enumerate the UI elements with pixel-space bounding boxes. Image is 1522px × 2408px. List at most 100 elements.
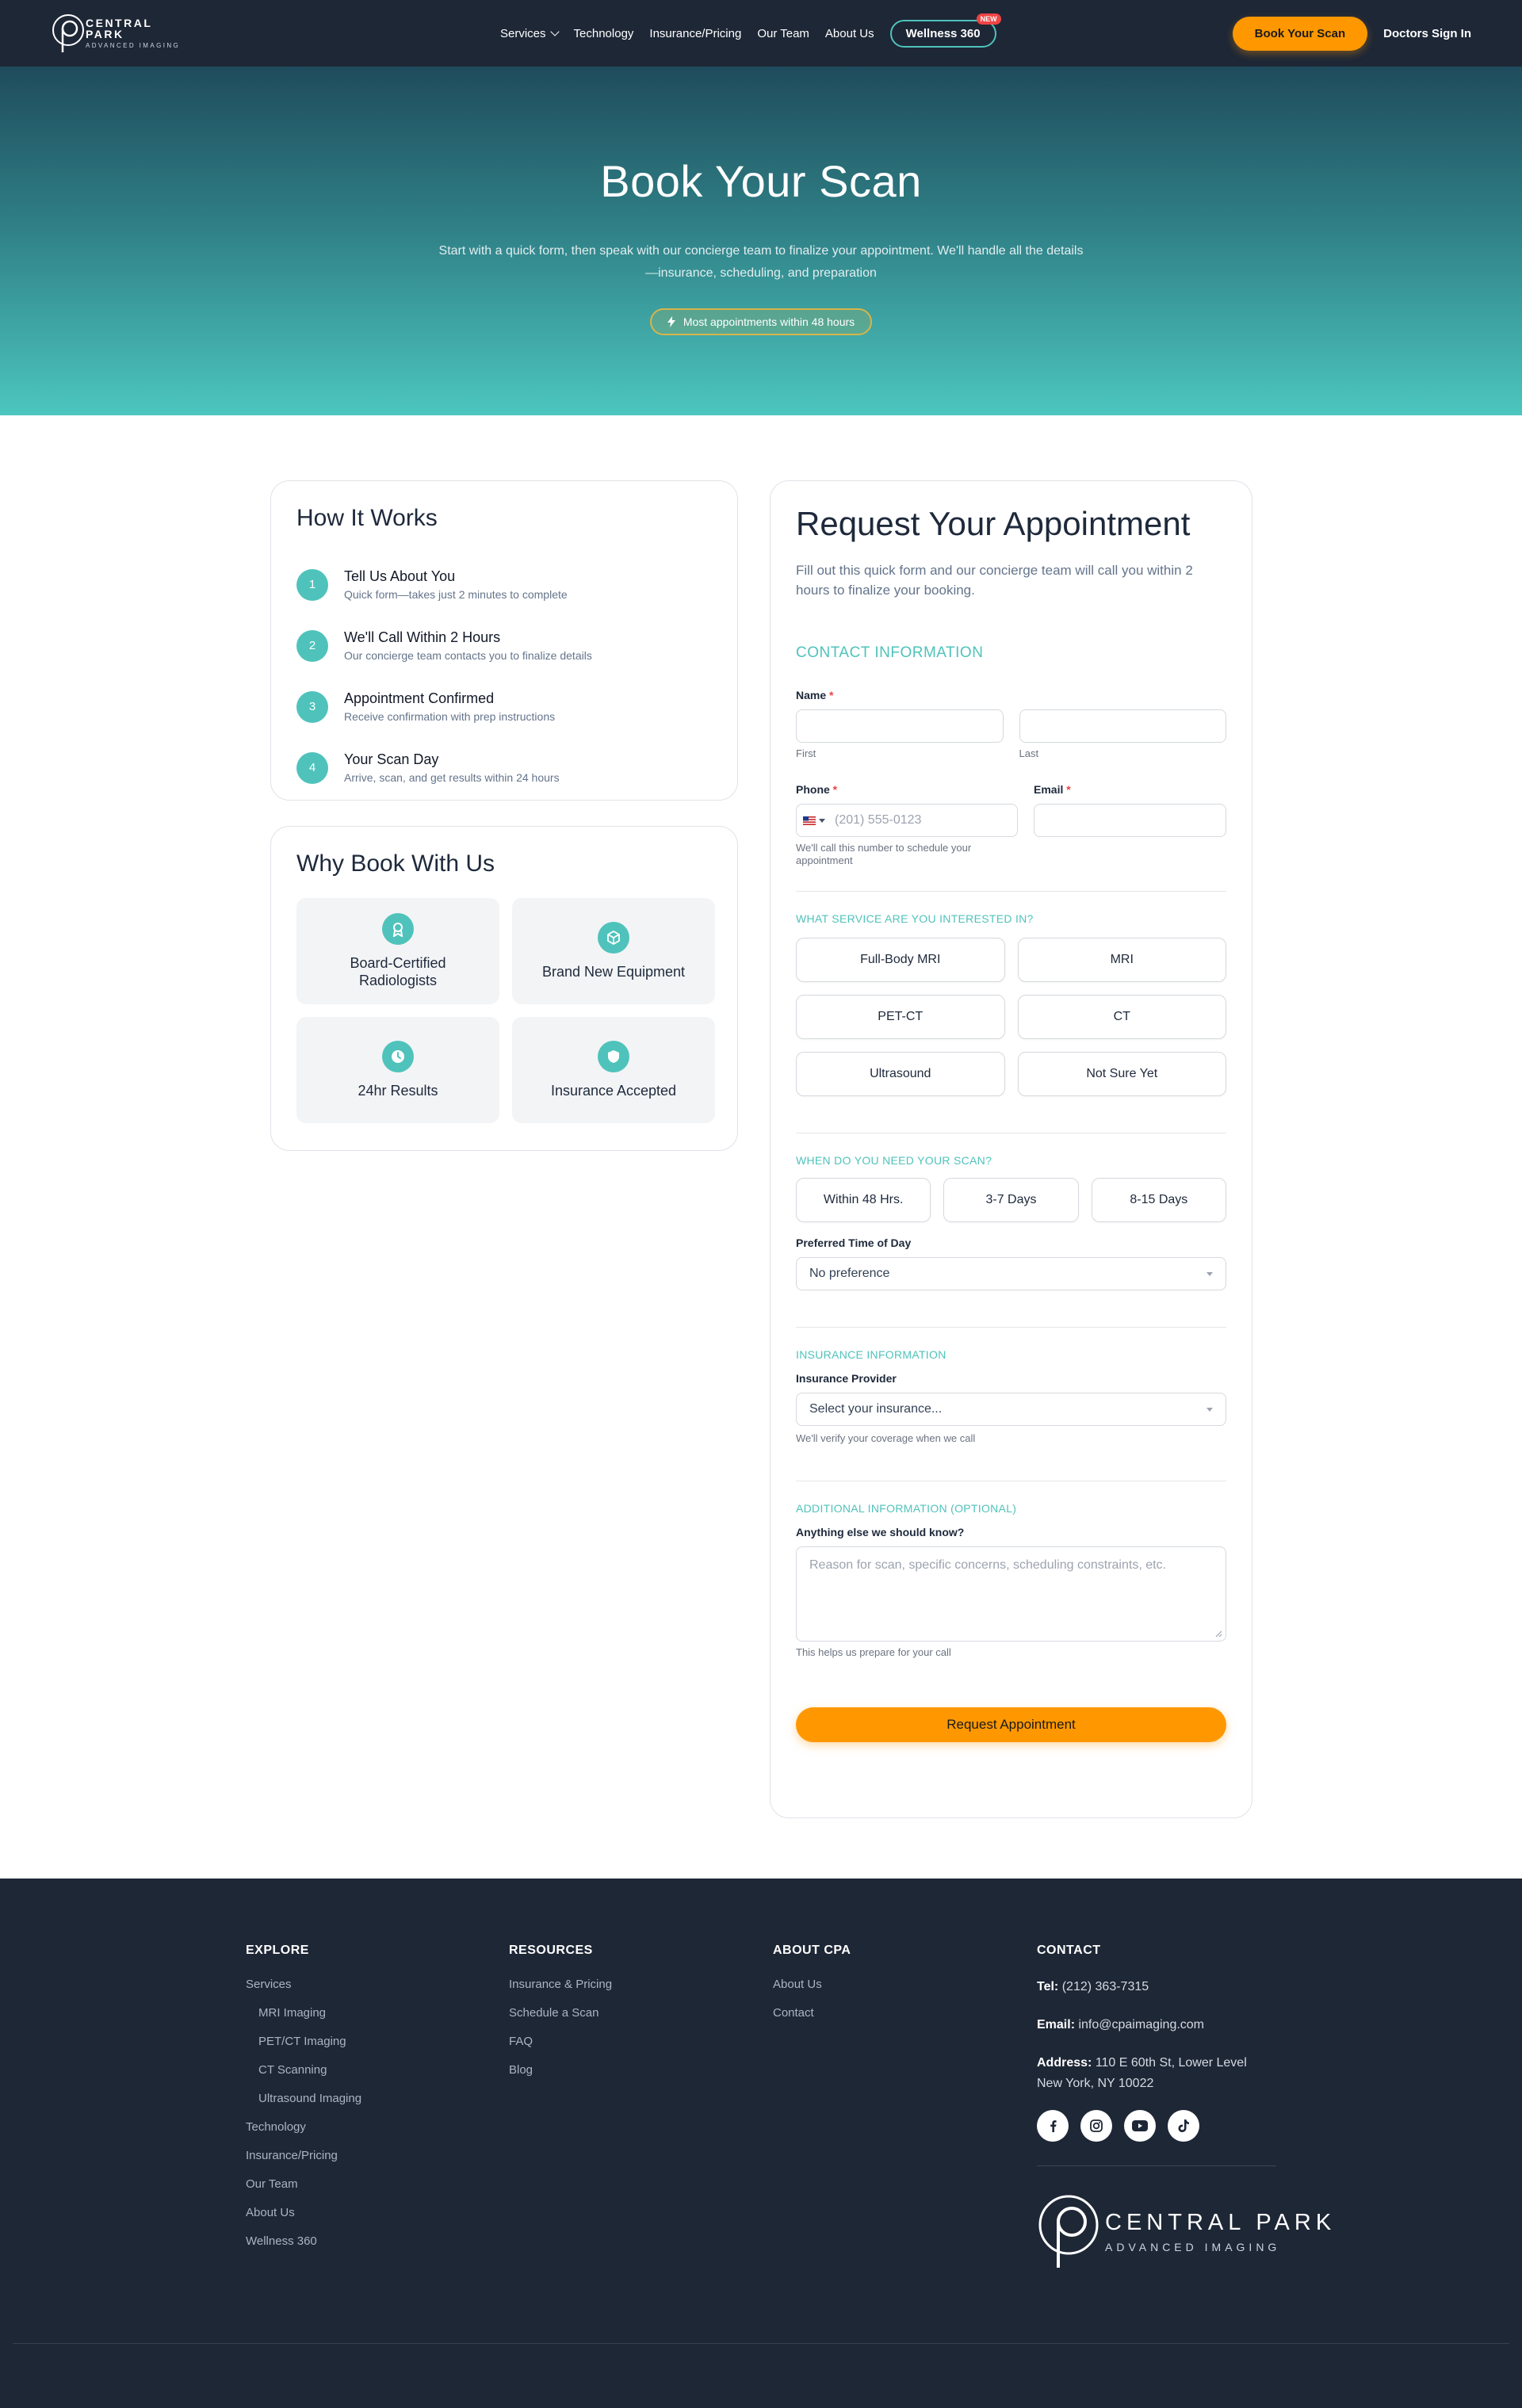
service-option-ct[interactable]: CT [1017, 995, 1226, 1039]
service-option-not-sure[interactable]: Not Sure Yet [1017, 1052, 1226, 1096]
nav-services[interactable]: Services [500, 26, 560, 40]
email-input[interactable] [1034, 804, 1226, 837]
footer-bottom-divider [13, 2343, 1509, 2344]
insurance-heading: INSURANCE INFORMATION [796, 1348, 946, 1361]
footer-link-insurance-pricing[interactable]: Insurance/Pricing [246, 2142, 361, 2170]
time-of-day-select[interactable]: No preference [796, 1257, 1226, 1290]
service-heading: WHAT SERVICE ARE YOU INTERESTED IN? [796, 912, 1034, 925]
footer-link-ct[interactable]: CT Scanning [246, 2056, 361, 2085]
nav-technology[interactable]: Technology [574, 27, 634, 40]
nav-insurance-pricing[interactable]: Insurance/Pricing [649, 27, 741, 40]
insurance-help: We'll verify your coverage when we call [796, 1432, 976, 1444]
email-value[interactable]: info@cpaimaging.com [1078, 2018, 1204, 2032]
form-intro: Fill out this quick form and our concier… [796, 563, 1193, 598]
timing-option-3-7-days[interactable]: 3-7 Days [943, 1178, 1079, 1222]
phone-input[interactable]: (201) 555-0123 [796, 804, 1018, 837]
footer-link-faq[interactable]: FAQ [509, 2028, 612, 2056]
step-title: Appointment Confirmed [344, 690, 495, 706]
divider [796, 1327, 1226, 1328]
tel-value[interactable]: (212) 363-7315 [1062, 1980, 1149, 1993]
step-number: 4 [296, 751, 328, 784]
page-title: Book Your Scan [600, 156, 922, 206]
footer-resources: RESOURCES Insurance & Pricing Schedule a… [509, 1944, 612, 2085]
nav-about-us[interactable]: About Us [825, 27, 874, 40]
footer-link-technology[interactable]: Technology [246, 2113, 361, 2142]
service-option-full-body-mri[interactable]: Full-Body MRI [796, 938, 1005, 982]
footer-link-schedule[interactable]: Schedule a Scan [509, 1999, 612, 2028]
first-name-sublabel: First [796, 747, 816, 759]
youtube-icon[interactable] [1124, 2110, 1156, 2142]
footer-about-heading: ABOUT CPA [773, 1944, 851, 1957]
phone-label-text: Phone [796, 783, 830, 796]
address-line1: 110 E 60th St, Lower Level [1095, 2056, 1247, 2070]
additional-info-placeholder: Reason for scan, specific concerns, sche… [809, 1558, 1166, 1572]
logo-mark-icon [1038, 2195, 1099, 2268]
timing-option-48hrs[interactable]: Within 48 Hrs. [796, 1178, 931, 1222]
hero: Book Your Scan Start with a quick form, … [0, 67, 1522, 415]
footer: EXPLORE Services MRI Imaging PET/CT Imag… [0, 1879, 1522, 2408]
hero-subtitle: Start with a quick form, then speak with… [438, 244, 1084, 280]
insurance-provider-value: Select your insurance... [809, 1402, 943, 1416]
footer-contact: CONTACT Tel: (212) 363-7315 Email: info@… [1037, 1944, 1336, 2269]
time-of-day-value: No preference [809, 1267, 890, 1280]
request-appointment-button[interactable]: Request Appointment [796, 1707, 1226, 1742]
service-option-pet-ct[interactable]: PET-CT [796, 995, 1005, 1039]
additional-info-textarea[interactable]: Reason for scan, specific concerns, sche… [796, 1546, 1226, 1642]
timing-option-8-15-days[interactable]: 8-15 Days [1091, 1178, 1226, 1222]
country-selector[interactable] [803, 816, 825, 825]
service-option-ultrasound[interactable]: Ultrasound [796, 1052, 1005, 1096]
step-title: We'll Call Within 2 Hours [344, 629, 501, 645]
footer-about: ABOUT CPA About Us Contact [773, 1944, 851, 2028]
footer-link-our-team[interactable]: Our Team [246, 2170, 361, 2199]
last-name-input[interactable] [1019, 709, 1226, 743]
footer-contact-divider [1037, 2165, 1276, 2166]
step-desc: Quick form—takes just 2 minutes to compl… [344, 588, 568, 601]
required-mark: * [832, 783, 838, 796]
time-of-day-label: Preferred Time of Day [796, 1236, 912, 1249]
footer-link-petct[interactable]: PET/CT Imaging [246, 2028, 361, 2056]
name-label-text: Name [796, 689, 827, 701]
footer-logo[interactable]: CENTRAL PARK ADVANCED IMAGING [1037, 2193, 1336, 2269]
footer-link-blog[interactable]: Blog [509, 2056, 612, 2085]
site-logo[interactable]: CENTRAL PARK ADVANCED IMAGING [51, 13, 193, 54]
step-title: Tell Us About You [344, 568, 456, 584]
nav-our-team[interactable]: Our Team [757, 27, 809, 40]
phone-label: Phone * [796, 783, 1018, 796]
footer-link-insurance[interactable]: Insurance & Pricing [509, 1970, 612, 1999]
instagram-icon[interactable] [1080, 2110, 1112, 2142]
why-label: Insurance Accepted [550, 1083, 677, 1099]
resize-handle-icon[interactable] [1214, 1630, 1222, 1638]
book-your-scan-button[interactable]: Book Your Scan [1232, 16, 1368, 51]
why-book-card: Why Book With Us Board-Certified Radiolo… [270, 826, 738, 1151]
footer-link-mri[interactable]: MRI Imaging [246, 1999, 361, 2028]
last-name-sublabel: Last [1019, 747, 1039, 759]
chevron-down-icon [549, 26, 560, 36]
tiktok-icon[interactable] [1168, 2110, 1199, 2142]
step-item: 3 Appointment Confirmed Receive confirma… [296, 676, 712, 737]
cube-icon [598, 922, 629, 954]
footer-link-contact[interactable]: Contact [773, 1999, 851, 2028]
new-badge: NEW [976, 13, 1001, 25]
footer-link-services[interactable]: Services [246, 1970, 361, 1999]
required-mark: * [1066, 783, 1071, 796]
step-number: 2 [296, 629, 328, 662]
facebook-icon[interactable] [1037, 2110, 1069, 2142]
first-name-input[interactable] [796, 709, 1004, 743]
appointment-form-card: Request Your Appointment Fill out this q… [770, 480, 1252, 1818]
phone-help: We'll call this number to schedule your … [796, 842, 972, 866]
step-desc: Receive confirmation with prep instructi… [344, 710, 556, 723]
insurance-provider-select[interactable]: Select your insurance... [796, 1393, 1226, 1426]
nav-wellness-360[interactable]: Wellness 360 NEW [889, 13, 1001, 48]
service-option-mri[interactable]: MRI [1017, 938, 1226, 982]
nav-services-label: Services [500, 26, 546, 40]
footer-email: Email: info@cpaimaging.com [1037, 2015, 1336, 2035]
footer-contact-heading: CONTACT [1037, 1944, 1101, 1957]
availability-badge: Most appointments within 48 hours [649, 308, 873, 335]
footer-link-about[interactable]: About Us [773, 1970, 851, 1999]
footer-link-wellness[interactable]: Wellness 360 [246, 2227, 361, 2256]
footer-link-about-us[interactable]: About Us [246, 2199, 361, 2227]
address-label: Address: [1037, 2056, 1092, 2070]
footer-link-ultrasound[interactable]: Ultrasound Imaging [246, 2085, 361, 2113]
doctors-sign-in-link[interactable]: Doctors Sign In [1383, 27, 1471, 40]
insurance-provider-label: Insurance Provider [796, 1372, 897, 1385]
